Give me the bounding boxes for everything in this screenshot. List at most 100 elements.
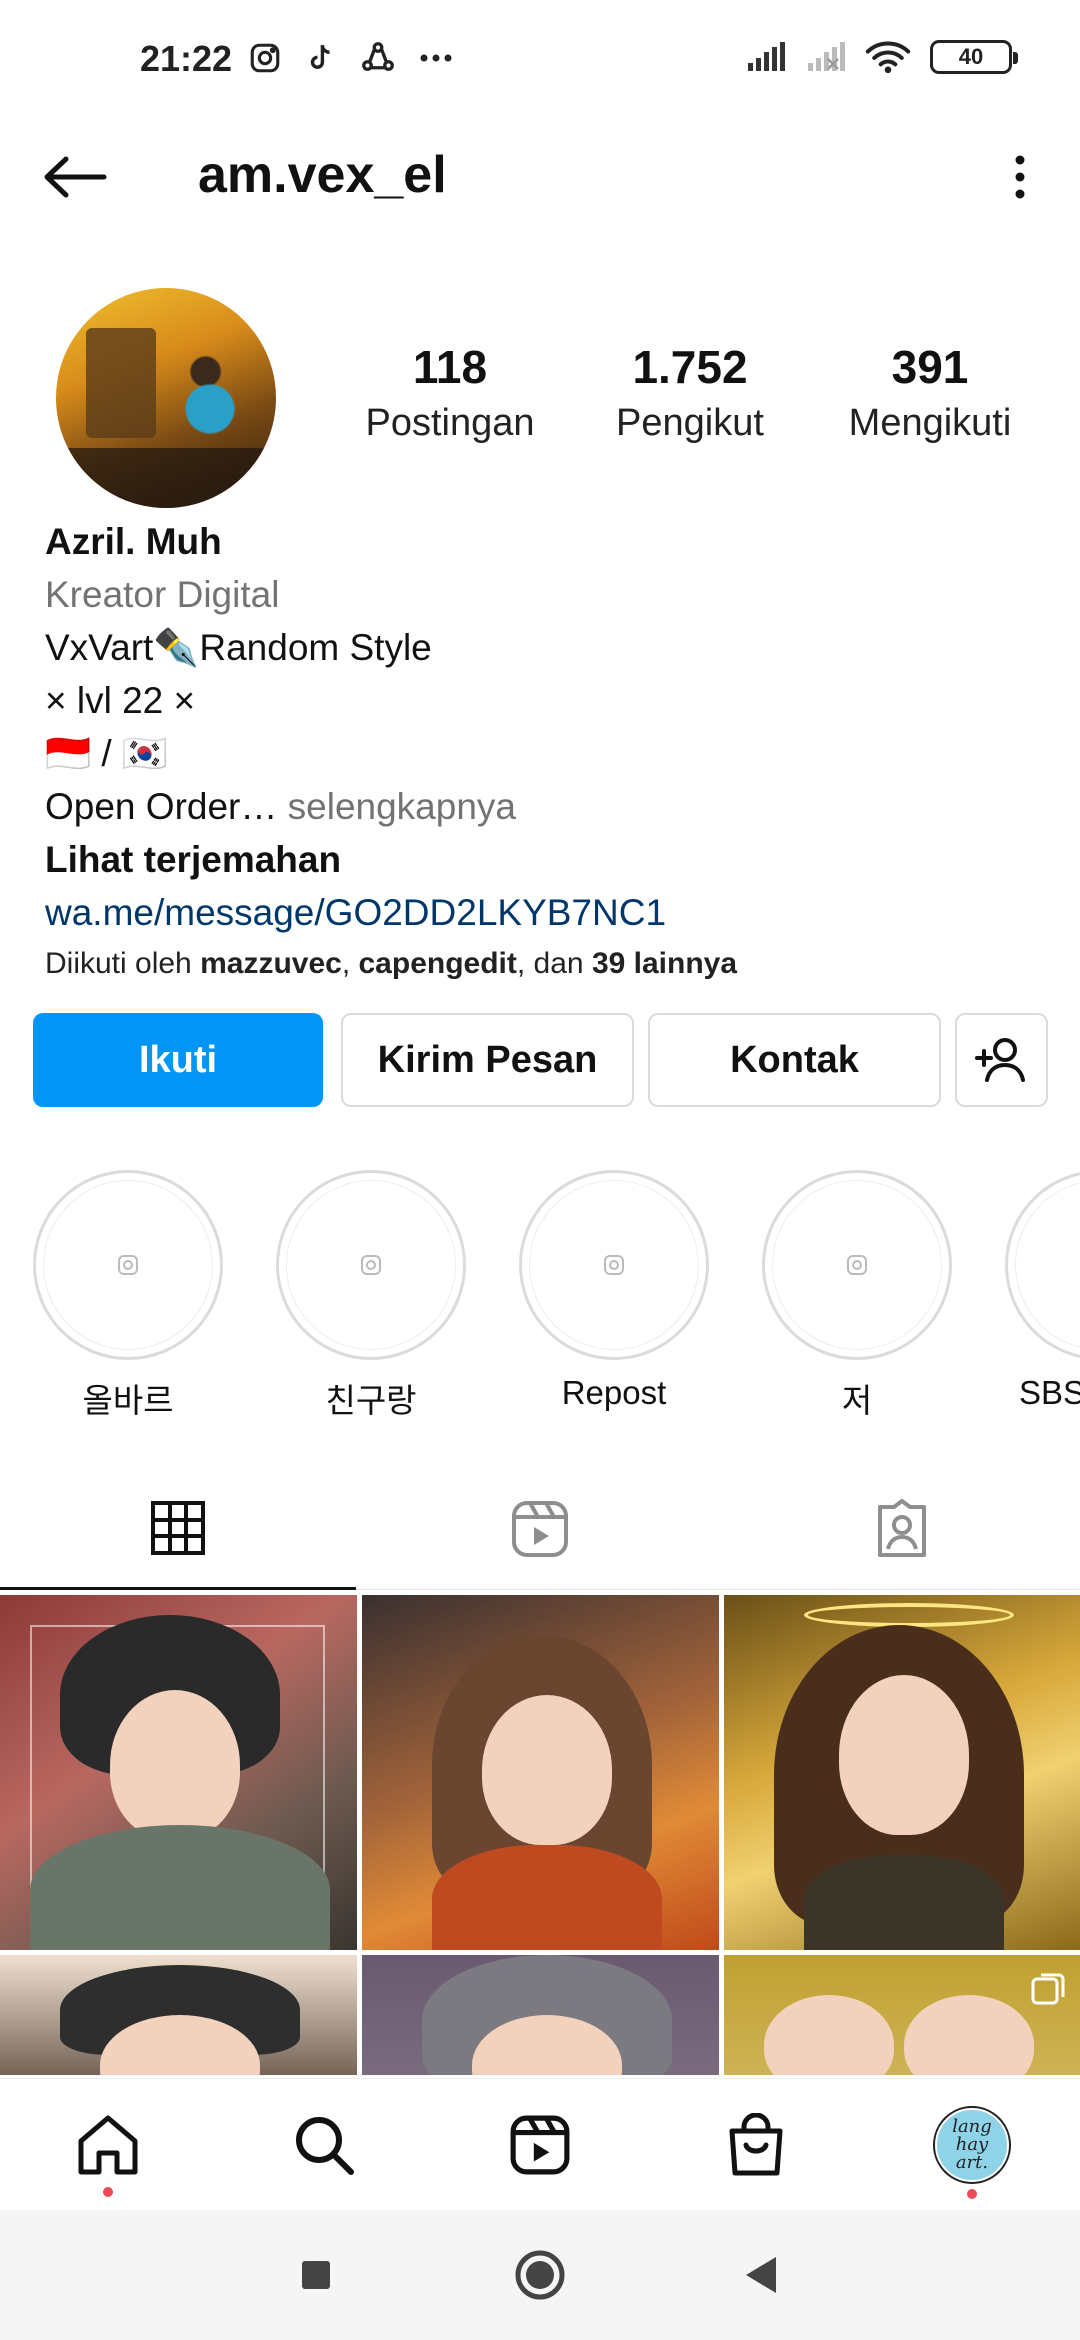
highlight-item[interactable]: Repost — [519, 1170, 709, 1412]
stat-following-value: 391 — [891, 341, 969, 393]
post-thumbnail[interactable] — [0, 1955, 357, 2075]
stat-followers-label: Pengikut — [616, 402, 764, 444]
nav-profile[interactable]: lang hay art. — [864, 2079, 1080, 2211]
highlight-item[interactable]: 친구랑 — [276, 1170, 466, 1420]
profile-actions: Ikuti Kirim Pesan Kontak — [33, 1013, 1048, 1108]
bio-line: × lvl 22 × — [45, 680, 196, 721]
stat-followers[interactable]: 1.752 Pengikut — [570, 340, 810, 445]
highlight-ring — [762, 1170, 952, 1360]
recent-apps-button[interactable] — [266, 2210, 366, 2340]
avatar-photo-detail — [86, 328, 156, 438]
instagram-icon — [847, 1255, 867, 1275]
post-halo — [804, 1603, 1014, 1627]
status-bar: 21:22 40 — [0, 0, 1080, 125]
post-thumbnail[interactable] — [724, 1595, 1080, 1950]
profile-tabs — [0, 1468, 1080, 1590]
post-figure — [432, 1845, 662, 1950]
highlight-cover — [43, 1180, 213, 1350]
battery-icon: 40 — [930, 40, 1018, 74]
highlight-cover — [772, 1180, 942, 1350]
profile-avatar-small: lang hay art. — [935, 2108, 1009, 2182]
followed-by[interactable]: Diikuti oleh mazzuvec, capengedit, dan 3… — [45, 939, 1045, 989]
profile-stats: 118 Postingan 1.752 Pengikut 391 Mengiku… — [330, 340, 1050, 445]
back-button[interactable] — [40, 147, 110, 207]
nav-shop[interactable] — [648, 2079, 864, 2211]
add-user-icon — [974, 1038, 1025, 1082]
profile-header: am.vex_el — [0, 125, 1080, 230]
signal-weak-icon — [808, 42, 845, 71]
more-dots-icon — [420, 54, 452, 62]
highlight-label: SBS — [1019, 1374, 1080, 1411]
posts-grid — [0, 1595, 1080, 2075]
wifi-icon — [866, 41, 910, 74]
signal-icon — [748, 42, 785, 71]
notification-dot — [103, 2187, 113, 2197]
highlight-label: 친구랑 — [325, 1382, 417, 1419]
highlight-cover — [286, 1180, 456, 1350]
highlight-item[interactable]: 올바르 — [33, 1170, 223, 1420]
highlight-item[interactable]: SBS — [1005, 1170, 1080, 1412]
post-figure — [904, 1995, 1034, 2075]
status-time: 21:22 — [140, 38, 233, 79]
square-icon — [302, 2261, 330, 2289]
instagram-icon — [118, 1255, 138, 1275]
bio-line: VxVart✒️Random Style — [45, 627, 432, 668]
profile-category: Kreator Digital — [45, 574, 280, 615]
notification-dot — [967, 2189, 977, 2199]
follow-button[interactable]: Ikuti — [33, 1013, 323, 1107]
arrow-left-icon — [44, 156, 107, 198]
post-figure — [839, 1675, 969, 1835]
reels-icon — [512, 1501, 568, 1557]
post-figure — [30, 1825, 330, 1950]
profile-avatar[interactable] — [56, 288, 276, 508]
bio-line: 🇮🇩 / 🇰🇷 — [45, 733, 168, 774]
instagram-icon — [250, 43, 280, 73]
nav-home[interactable] — [0, 2079, 216, 2211]
post-figure — [110, 1690, 240, 1840]
page-title: am.vex_el — [198, 146, 447, 204]
message-button[interactable]: Kirim Pesan — [341, 1013, 634, 1107]
post-figure — [804, 1855, 1004, 1950]
tab-reels[interactable] — [362, 1468, 718, 1590]
home-button[interactable] — [490, 2210, 590, 2340]
tab-posts[interactable] — [0, 1468, 356, 1590]
post-thumbnail[interactable] — [0, 1595, 357, 1950]
highlight-label: Repost — [561, 1374, 667, 1411]
highlight-label: 올바르 — [82, 1382, 174, 1419]
highlight-ring — [1005, 1170, 1080, 1360]
more-vertical-icon — [1015, 155, 1025, 199]
home-icon — [78, 2115, 138, 2175]
highlight-cover — [1015, 1180, 1080, 1350]
bio-open-order: Open Order… — [45, 786, 278, 827]
battery-level: 40 — [958, 44, 984, 69]
post-thumbnail[interactable] — [724, 1955, 1080, 2075]
profile-name: Azril. Muh — [45, 521, 222, 562]
tab-tagged[interactable] — [724, 1468, 1080, 1590]
post-thumbnail[interactable] — [362, 1595, 719, 1950]
bio-link[interactable]: wa.me/message/GO2DD2LKYB7NC1 — [45, 886, 1045, 939]
avatar-photo-shadow — [56, 448, 276, 508]
triangle-back-icon — [746, 2257, 776, 2293]
back-system-button[interactable] — [710, 2210, 810, 2340]
highlight-ring — [276, 1170, 466, 1360]
stat-posts[interactable]: 118 Postingan — [330, 340, 570, 445]
post-thumbnail[interactable] — [362, 1955, 719, 2075]
post-figure — [482, 1695, 612, 1845]
followed-by-sep: , — [341, 947, 359, 980]
tiktok-icon — [310, 45, 330, 69]
nav-search[interactable] — [216, 2079, 432, 2211]
followed-by-others: 39 lainnya — [591, 947, 738, 980]
highlight-item[interactable]: 저 — [762, 1170, 952, 1420]
options-button[interactable] — [1000, 147, 1040, 207]
suggested-users-button[interactable] — [955, 1013, 1048, 1107]
contact-button[interactable]: Kontak — [648, 1013, 941, 1107]
nav-reels[interactable] — [432, 2079, 648, 2211]
highlight-label: 저 — [841, 1382, 873, 1419]
instagram-icon — [361, 1255, 381, 1275]
sync-icon — [362, 42, 394, 71]
stat-following[interactable]: 391 Mengikuti — [810, 340, 1050, 445]
translate-link[interactable]: Lihat terjemahan — [45, 833, 1045, 886]
tagged-icon — [878, 1499, 926, 1557]
bio-more-link[interactable]: selengkapnya — [288, 786, 516, 827]
stat-posts-value: 118 — [412, 341, 488, 393]
